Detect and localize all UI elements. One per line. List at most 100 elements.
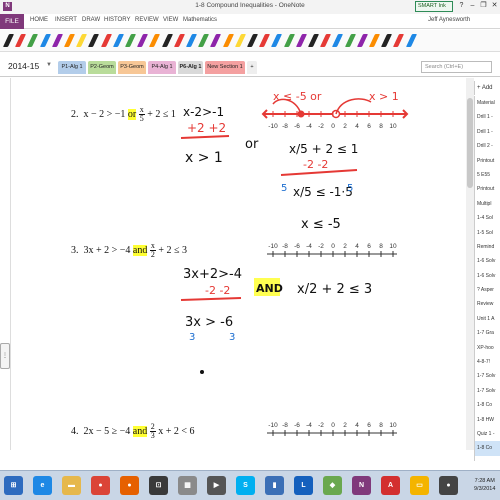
page-list-item[interactable]: 1-8 HW <box>475 413 500 427</box>
pen-swatch[interactable] <box>198 34 210 47</box>
page-list-item[interactable]: 1-5 Sol <box>475 226 500 240</box>
pen-swatch[interactable] <box>173 34 185 47</box>
section-tab-p1[interactable]: P1-Alg 1 <box>58 61 86 74</box>
tab-history[interactable]: HISTORY <box>104 17 130 23</box>
search-input[interactable]: Search (Ctrl+E) <box>421 61 492 73</box>
page-list-item[interactable]: Multipl <box>475 197 500 211</box>
pen-swatch[interactable] <box>149 34 161 47</box>
pen-swatch[interactable] <box>124 34 137 47</box>
acrobat-icon[interactable]: A <box>381 476 400 495</box>
video-icon[interactable]: ▶ <box>207 476 226 495</box>
onenote-icon[interactable]: N <box>352 476 371 495</box>
lync-icon[interactable]: L <box>294 476 313 495</box>
pen-swatch[interactable] <box>271 34 283 47</box>
tab-draw[interactable]: DRAW <box>82 17 100 23</box>
page-list-item[interactable]: Quiz 1 - <box>475 427 500 441</box>
pen-swatch[interactable] <box>39 34 51 47</box>
tab-insert[interactable]: INSERT <box>55 17 77 23</box>
page-list-item[interactable]: Printout <box>475 182 500 196</box>
note-page[interactable]: 2. x − 2 > −1 or x5 + 2 ≤ 1 3. 3x + 2 > … <box>10 78 465 450</box>
close-icon[interactable]: ✕ <box>489 1 500 11</box>
pen-swatch[interactable] <box>246 34 259 47</box>
scrollbar-thumb[interactable] <box>467 98 473 188</box>
pen-swatch[interactable] <box>100 34 112 47</box>
page-list-item[interactable]: 4-8-7! <box>475 355 500 369</box>
notebook-name[interactable]: 2014-15 <box>8 61 39 71</box>
page-list-item[interactable]: Drill 1 - <box>475 110 500 124</box>
minimize-icon[interactable]: – <box>467 1 478 11</box>
page-list-item[interactable]: 5 E55 <box>475 168 500 182</box>
page-list-item[interactable]: Drill 2 - <box>475 139 500 153</box>
pen-swatch[interactable] <box>27 34 39 47</box>
ie-icon[interactable]: e <box>33 476 52 495</box>
page-list-item[interactable]: 1-8 Co <box>475 441 500 456</box>
vertical-scrollbar[interactable] <box>466 78 474 450</box>
pen-swatch[interactable] <box>2 34 15 47</box>
page-list-item[interactable]: 1-7 Solv <box>475 384 500 398</box>
page-list-item[interactable]: Remind <box>475 240 500 254</box>
page-list-item[interactable]: 1-6 Solv <box>475 254 500 268</box>
explorer-icon[interactable]: ▭ <box>410 476 429 495</box>
chrome-icon[interactable]: ● <box>91 476 110 495</box>
page-list-item[interactable]: XP-hoo <box>475 341 500 355</box>
smart-ink-button[interactable]: SMART Ink <box>415 1 453 12</box>
section-tab-p4[interactable]: P4-Alg 1 <box>148 61 176 74</box>
section-tab-p2[interactable]: P2-Geom <box>88 61 116 74</box>
clock[interactable]: 7:28 AM 9/3/2014 <box>474 477 495 493</box>
section-tab-p3[interactable]: P3-Geom <box>118 61 146 74</box>
pen-swatch[interactable] <box>307 34 320 47</box>
pen-swatch[interactable] <box>320 34 332 47</box>
pen-swatch[interactable] <box>63 34 76 47</box>
pen-swatch[interactable] <box>161 34 173 47</box>
pen-swatch[interactable] <box>356 34 368 47</box>
page-list-item[interactable]: Drill 1 - <box>475 125 500 139</box>
pen-swatch[interactable] <box>405 34 417 47</box>
pen-swatch[interactable] <box>112 34 124 47</box>
record-icon[interactable]: ● <box>439 476 458 495</box>
pen-swatch[interactable] <box>137 34 149 47</box>
user-name[interactable]: Jeff Aynesworth <box>428 17 470 23</box>
page-list-item[interactable]: 1-6 Solv <box>475 269 500 283</box>
start-icon[interactable]: ⊞ <box>4 476 23 495</box>
calc-icon[interactable]: ▦ <box>178 476 197 495</box>
page-list-item[interactable]: Material <box>475 96 500 110</box>
page-list-item[interactable]: Review <box>475 297 500 311</box>
section-tab-new[interactable]: New Section 1 <box>205 61 245 74</box>
add-section-button[interactable]: + <box>247 61 257 74</box>
page-list-item[interactable]: Unit 1 A <box>475 312 500 326</box>
tab-file[interactable]: FILE <box>0 14 24 29</box>
pen-swatch[interactable] <box>88 34 100 47</box>
pen-swatch[interactable] <box>185 34 198 47</box>
tab-review[interactable]: REVIEW <box>135 17 159 23</box>
help-icon[interactable]: ? <box>456 1 467 11</box>
pen-swatch[interactable] <box>344 34 356 47</box>
pen-swatch[interactable] <box>234 34 246 47</box>
page-list-item[interactable]: 1-7 Gra <box>475 326 500 340</box>
page-list-item[interactable]: 1-7 Solv <box>475 369 500 383</box>
tab-home[interactable]: HOME <box>30 17 48 23</box>
chart-icon[interactable]: ▮ <box>265 476 284 495</box>
folder-icon[interactable]: ▬ <box>62 476 81 495</box>
page-list-item[interactable]: 1-4 Sol <box>475 211 500 225</box>
page-list-item[interactable]: Printout <box>475 154 500 168</box>
page-list-item[interactable]: 1-8 Co <box>475 398 500 412</box>
add-page-button[interactable]: + Add Page <box>474 81 500 105</box>
pen-swatch[interactable] <box>259 34 271 47</box>
tab-mathematics[interactable]: Mathematics <box>183 17 217 23</box>
page-list-item[interactable]: ? Asper <box>475 283 500 297</box>
pen-swatch[interactable] <box>15 34 27 47</box>
pen-swatch[interactable] <box>332 34 344 47</box>
section-tab-p6[interactable]: P6-Alg 1 <box>178 61 203 74</box>
skype-icon[interactable]: S <box>236 476 255 495</box>
pen-swatch[interactable] <box>76 34 88 47</box>
maximize-icon[interactable]: ❐ <box>478 1 489 11</box>
chevron-down-icon[interactable]: ▼ <box>46 62 52 68</box>
pen-swatch[interactable] <box>368 34 381 47</box>
smart-icon[interactable]: ◆ <box>323 476 342 495</box>
pen-swatch[interactable] <box>210 34 222 47</box>
pen-swatch[interactable] <box>295 34 307 47</box>
pen-swatch[interactable] <box>393 34 405 47</box>
pen-swatch[interactable] <box>51 34 63 47</box>
expand-handle[interactable]: ⋮ <box>0 343 10 369</box>
firefox-icon[interactable]: ● <box>120 476 139 495</box>
